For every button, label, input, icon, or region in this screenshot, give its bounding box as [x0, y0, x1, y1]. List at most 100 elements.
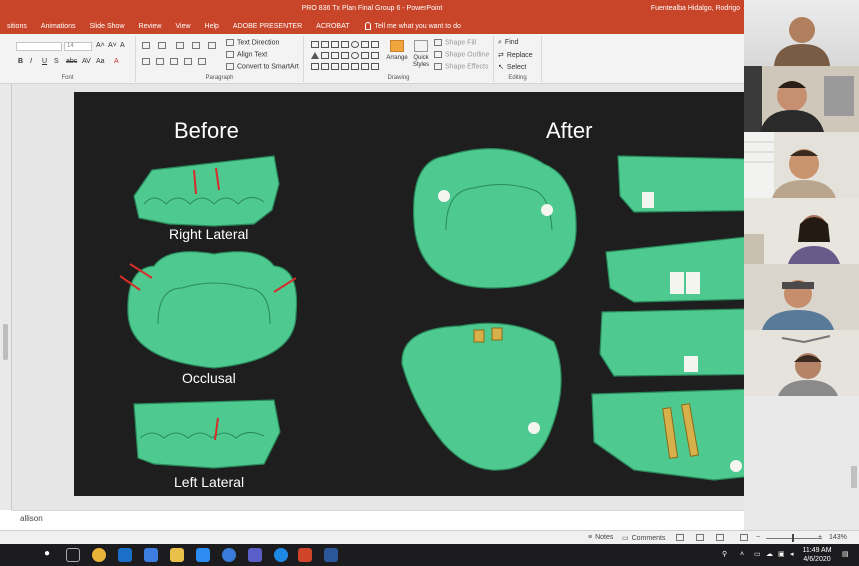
word-icon[interactable]: [324, 548, 338, 562]
tray-app-icon[interactable]: ▭: [754, 550, 761, 559]
decrease-indent-button[interactable]: [176, 42, 187, 49]
arrow-icon[interactable]: [341, 52, 349, 59]
numbering-button[interactable]: [158, 42, 169, 49]
zoom-level[interactable]: 143%: [829, 534, 847, 541]
justify-button[interactable]: [184, 58, 195, 65]
find-button[interactable]: ⌕ Find: [498, 39, 519, 47]
scrollbar-thumb[interactable]: [3, 324, 8, 360]
align-left-button[interactable]: [142, 58, 153, 65]
notes-pane[interactable]: allison: [12, 510, 744, 530]
line-icon[interactable]: [321, 41, 329, 48]
notification-icon[interactable]: ▤: [842, 550, 849, 559]
expand-shapes-icon[interactable]: [371, 63, 379, 70]
align-text-button[interactable]: Align Text: [226, 51, 267, 58]
font-family-select[interactable]: [16, 42, 62, 51]
zoom-in-button[interactable]: +: [818, 534, 822, 541]
video-tile-participant-6[interactable]: [744, 330, 859, 396]
brace-icon[interactable]: [341, 63, 349, 70]
zoom-slider-thumb[interactable]: [792, 534, 794, 542]
normal-view-button[interactable]: [676, 534, 687, 541]
columns-button[interactable]: [198, 58, 209, 65]
quick-styles-button[interactable]: Quick Styles: [410, 40, 432, 68]
teams-icon[interactable]: [248, 548, 262, 562]
connector-icon[interactable]: [321, 52, 329, 59]
video-tile-participant-5[interactable]: [744, 264, 859, 330]
select-button[interactable]: ↖ Select: [498, 63, 526, 71]
slide-sorter-button[interactable]: [696, 534, 707, 541]
convert-smartart-button[interactable]: Convert to SmartArt: [226, 63, 299, 70]
zoom-app-icon[interactable]: [196, 548, 210, 562]
font-size-select[interactable]: 14: [64, 42, 92, 51]
onedrive-icon[interactable]: ☁: [766, 550, 773, 559]
comments-button[interactable]: ▭ Comments: [622, 534, 665, 543]
shape-fill-button[interactable]: Shape Fill: [434, 39, 476, 46]
notes-text[interactable]: allison: [20, 514, 43, 523]
chrome-icon[interactable]: [92, 548, 106, 562]
tab-acrobat[interactable]: ACROBAT: [309, 23, 356, 30]
notes-button[interactable]: ≡ Notes: [588, 534, 613, 541]
rectangle-icon[interactable]: [341, 41, 349, 48]
shape-outline-button[interactable]: Shape Outline: [434, 51, 489, 58]
block-arrow-icon[interactable]: [361, 52, 369, 59]
text-direction-button[interactable]: Text Direction: [226, 39, 279, 46]
task-view-icon[interactable]: [66, 548, 80, 562]
freeform-icon[interactable]: [311, 63, 319, 70]
brace-icon[interactable]: [331, 63, 339, 70]
arrow-icon[interactable]: [331, 41, 339, 48]
outlook-icon[interactable]: [118, 548, 132, 562]
align-center-button[interactable]: [156, 58, 167, 65]
star-icon[interactable]: [351, 63, 359, 70]
tell-me-box[interactable]: Tell me what you want to do: [357, 22, 461, 30]
dropbox-icon[interactable]: [144, 548, 158, 562]
oval-icon[interactable]: [351, 41, 359, 48]
clear-format-button[interactable]: A: [120, 42, 125, 49]
textbox-icon[interactable]: [371, 41, 379, 48]
browser-icon[interactable]: [222, 548, 236, 562]
clock[interactable]: 11:49 AM 4/6/2020: [798, 546, 836, 564]
video-tile-participant-3[interactable]: [744, 132, 859, 198]
grow-font-button[interactable]: A˄: [96, 42, 105, 49]
zoom-slider[interactable]: [766, 538, 822, 539]
tab-review[interactable]: Review: [132, 23, 169, 30]
replace-button[interactable]: ⇄ Replace: [498, 51, 533, 59]
callout-icon[interactable]: [361, 63, 369, 70]
slide[interactable]: Before After Right Lateral Occlusal Left…: [74, 92, 793, 496]
rectangle-icon[interactable]: [311, 41, 319, 48]
shrink-font-button[interactable]: A˅: [108, 42, 117, 49]
arrange-button[interactable]: Arrange: [386, 40, 408, 61]
powerpoint-icon[interactable]: [298, 548, 312, 562]
video-tile-participant-2[interactable]: [744, 66, 859, 132]
tab-adobe-presenter[interactable]: ADOBE PRESENTER: [226, 23, 309, 30]
video-tile-participant-1[interactable]: [744, 0, 859, 66]
tab-animations[interactable]: Animations: [34, 23, 83, 30]
network-icon[interactable]: ▣: [778, 550, 785, 559]
reading-view-button[interactable]: [716, 534, 727, 541]
line-spacing-button[interactable]: [208, 42, 219, 49]
user-name[interactable]: Fuentealba Hidalgo, Rodrigo: [651, 5, 740, 12]
tab-slide-show[interactable]: Slide Show: [82, 23, 131, 30]
tab-transitions[interactable]: sitions: [0, 23, 34, 30]
increase-indent-button[interactable]: [192, 42, 203, 49]
bullets-button[interactable]: [142, 42, 153, 49]
volume-icon[interactable]: ◂: [790, 550, 794, 559]
align-right-button[interactable]: [170, 58, 181, 65]
change-case-button[interactable]: Aa: [96, 58, 105, 65]
curve-icon[interactable]: [321, 63, 329, 70]
zoom-out-button[interactable]: −: [756, 534, 760, 541]
circle-icon[interactable]: [351, 52, 359, 59]
spacing-button[interactable]: AV: [82, 58, 91, 65]
chevron-up-icon[interactable]: ˄: [740, 550, 744, 559]
tab-view[interactable]: View: [168, 23, 197, 30]
more-shapes-icon[interactable]: [371, 52, 379, 59]
triangle-icon[interactable]: [311, 52, 319, 59]
arrow-icon[interactable]: [331, 52, 339, 59]
underline-button[interactable]: U: [42, 58, 47, 65]
edge-icon[interactable]: [274, 548, 288, 562]
tab-help[interactable]: Help: [198, 23, 226, 30]
italic-button[interactable]: I: [30, 58, 32, 65]
people-icon[interactable]: ⚲: [722, 550, 727, 559]
bold-button[interactable]: B: [18, 58, 23, 65]
font-color-button[interactable]: A: [114, 58, 119, 65]
slideshow-button[interactable]: [740, 534, 751, 541]
file-explorer-icon[interactable]: [170, 548, 184, 562]
